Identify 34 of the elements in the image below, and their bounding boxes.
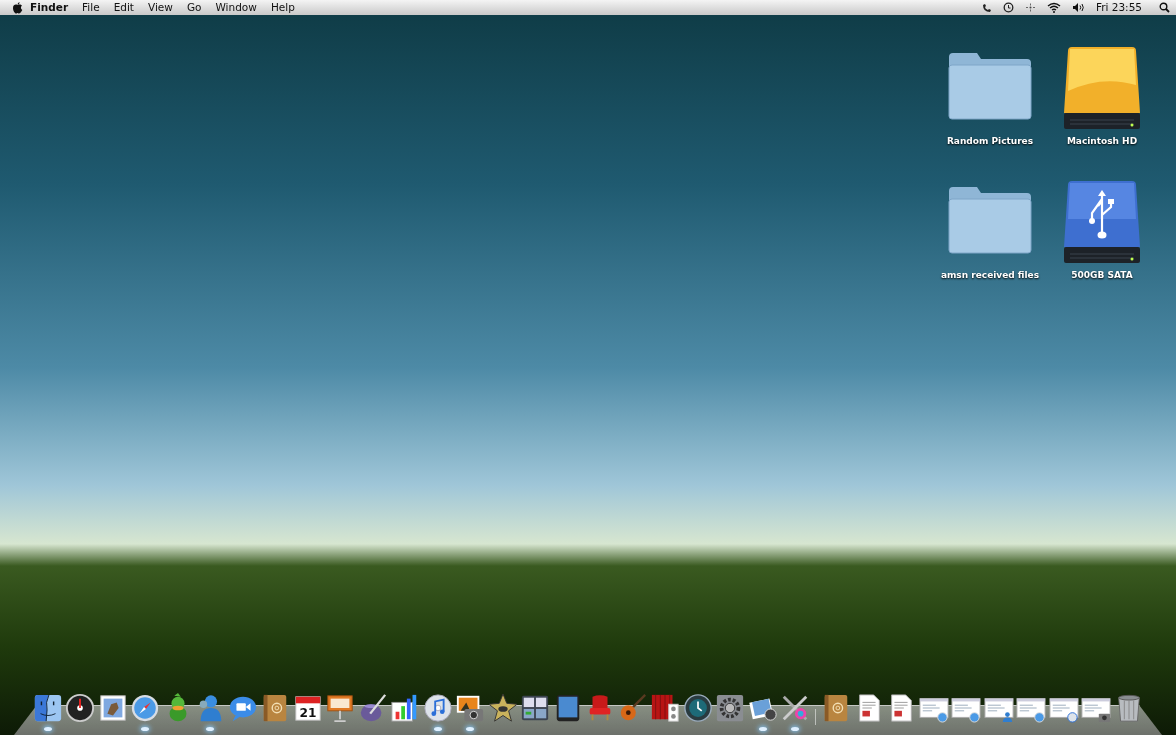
stamp-icon[interactable] [97, 693, 128, 723]
icon-label[interactable]: Macintosh HD [1063, 135, 1141, 149]
face-icon[interactable] [32, 693, 63, 723]
menu-item[interactable]: File [75, 0, 107, 15]
menu-item[interactable]: Finder [23, 0, 76, 15]
curtain-icon[interactable] [650, 693, 680, 723]
music-disc-icon[interactable] [422, 693, 453, 723]
star-icon[interactable] [487, 693, 518, 723]
menu-item[interactable]: Help [263, 0, 302, 15]
icon-label[interactable]: 500GB SATA [1068, 269, 1136, 283]
icon-label[interactable]: Random Pictures [943, 135, 1037, 149]
podium-icon[interactable] [325, 693, 355, 723]
menu-item[interactable]: Edit [106, 0, 141, 15]
icon-label[interactable]: amsn received files [937, 269, 1043, 283]
phone-icon[interactable] [981, 2, 992, 13]
search-icon[interactable] [1159, 2, 1170, 13]
network-icon[interactable] [1024, 3, 1036, 12]
volume-icon[interactable] [1071, 2, 1085, 13]
calendar-icon[interactable]: 21 [292, 693, 323, 723]
gauge-icon[interactable] [65, 693, 95, 723]
menu-item[interactable]: Window [208, 0, 264, 15]
tools-icon[interactable] [780, 693, 810, 723]
menu-item[interactable]: View [141, 0, 180, 15]
clock-text[interactable]: Fri 23:55 [1095, 0, 1148, 15]
wifi-icon[interactable] [1046, 2, 1061, 13]
usb-drive-icon[interactable] [1062, 179, 1142, 265]
gear-icon[interactable] [715, 693, 745, 723]
hard-drive-icon[interactable] [1062, 45, 1142, 131]
clock-icon[interactable] [1002, 2, 1014, 13]
compass-icon[interactable] [130, 693, 160, 723]
apple-menu-icon[interactable] [12, 1, 23, 14]
menu-item[interactable]: Go [179, 0, 209, 15]
window-grid-icon[interactable] [520, 693, 550, 723]
camera-photo-icon[interactable] [455, 693, 485, 723]
